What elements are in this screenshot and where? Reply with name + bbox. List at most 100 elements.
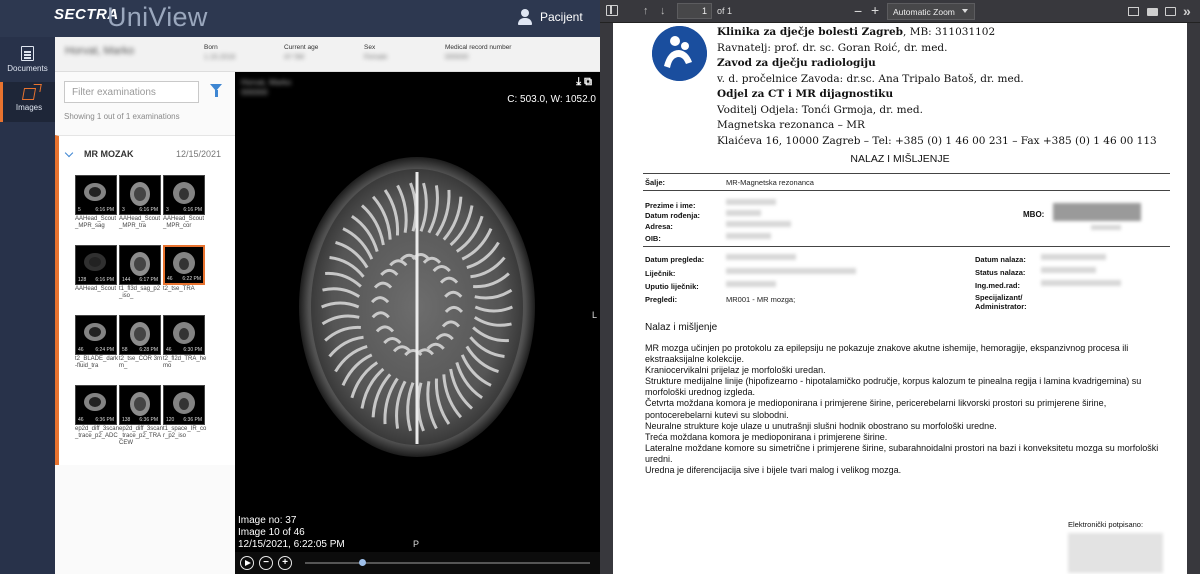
presentation-mode-icon[interactable] [1128,7,1139,16]
series-thumbnail[interactable]: 58 6:28 PM t2_tse_COR 3mm_ [119,315,163,370]
play-button[interactable] [240,556,254,570]
images-icon [21,88,37,100]
thumbnail-scan [173,392,195,415]
zoom-in-button[interactable]: + [278,556,292,570]
series-image-count: 46 [167,276,173,282]
series-thumbnail[interactable]: 3 6:16 PM AAHead_Scout_MPR_cor [163,175,207,230]
overlay-tools-icon[interactable]: ⤓ ⧉ [576,76,592,89]
report-paragraph: Treća moždana komora je medioponirana i … [645,431,888,442]
exam-date: 12/15/2021 [176,149,222,159]
redacted-exam-date [726,254,796,260]
mrn-label: Medical record number [445,44,512,51]
patient-born-field: Born 1.15.2018 [204,44,235,61]
series-label: AAHead_Scout_MPR_tra [119,216,161,229]
frame-slider[interactable] [305,559,590,566]
series-label: AAHead_Scout_MPR_cor [163,216,205,229]
series-thumbnail[interactable]: 46 6:22 PM t2_tse_TRA [163,245,207,293]
thumbnail-scan [130,392,150,417]
frame-slider-handle[interactable] [359,559,366,566]
series-time: 6:16 PM [183,207,202,213]
zoom-select[interactable]: Automatic Zoom [887,3,975,20]
series-thumbnail[interactable]: 144 6:17 PM t1_fl3d_sag_p2_iso_ [119,245,163,300]
series-thumbnail[interactable]: 138 6:36 PM ep2d_diff_3scan_trace_p2_TRACE… [119,385,163,447]
divider-line [643,190,1170,191]
series-thumbnail[interactable]: 128 6:16 PM AAHead_Scout [75,245,119,293]
report-paragraph: Kraniocervikalni prijelaz je morfološki … [645,365,826,376]
letterhead-text: Klaićeva 16, 10000 Zagreb – Tel: +385 (0… [717,134,1157,147]
pdf-viewer-window: ↑ ↓ 1 of 1 − + Automatic Zoom » Klinika … [600,0,1200,574]
zoom-in-icon[interactable]: + [871,2,879,18]
series-thumbnail[interactable]: 120 6:36 PM t1_space_IR_cor_p2_iso [163,385,207,440]
series-label: t2_tse_TRA [163,286,195,292]
orientation-bottom-marker: P [413,539,420,549]
filter-examinations-input[interactable]: Filter examinations [64,81,199,103]
zoom-out-icon[interactable]: − [854,3,862,19]
thumbnail-scan [173,322,195,345]
series-label: t2_fl2d_TRA_hemo [163,356,207,369]
page-count: of 1 [717,6,733,16]
redacted-mbo-sub [1091,225,1121,230]
page-number-input[interactable]: 1 [677,3,712,19]
report-paragraph: MR mozga učinjen po protokolu za epileps… [645,343,1129,365]
previous-page-icon[interactable]: ↑ [643,5,649,17]
thumbnail-image: 138 6:36 PM [119,385,161,425]
left-navigation: Documents Images [0,37,55,574]
signature-label: Elektronički potpisano: [1068,520,1144,529]
thumbnail-image: 46 6:30 PM [163,315,205,355]
redacted-status [1041,267,1096,273]
thumbnail-image: 120 6:36 PM [163,385,205,425]
label-specijalizant: Specijalizant/ Administrator: [975,293,1027,311]
thumbnail-scan [130,182,150,207]
thumbnail-scan [130,322,150,347]
report-paragraph: Neuralne strukture koje ulaze u unutrašn… [645,420,997,431]
letterhead-text: v. d. pročelnice Zavoda: dr.sc. Ana Trip… [717,72,1024,85]
series-image-count: 5 [78,207,81,213]
report-paragraph: Lateralne moždane komore su simetrične i… [645,442,1159,464]
examinations-panel: Filter examinations Showing 1 out of 1 e… [55,72,235,574]
letterhead-line: Ravnatelj: prof. dr. sc. Goran Roić, dr.… [717,41,1177,57]
chevron-down-icon[interactable] [64,148,74,158]
label-uputio-lijecnik: Uputio liječnik: [645,282,699,291]
document-icon [21,46,34,61]
next-page-icon[interactable]: ↓ [660,5,666,17]
zoom-out-button[interactable]: − [259,556,273,570]
patient-info-bar: Horvat, Marko Born 1.15.2018 Current age… [55,37,600,72]
sectra-viewer-window: SECTRA UniView Pacijent Documents Images… [0,0,600,574]
print-icon[interactable] [1147,8,1158,16]
letterhead-text: Voditelj Odjela: Tonći Grmoja, dr. med. [717,103,923,116]
image-viewport[interactable]: Horvat, Marko 000000 ⤓ ⧉ C: 503.0, W: 10… [235,72,600,552]
series-thumbnail[interactable]: 46 6:36 PM ep2d_diff_3scan_trace_p2_ADC [75,385,119,440]
series-thumbnail[interactable]: 3 6:16 PM AAHead_Scout_MPR_tra [119,175,163,230]
series-thumbnail[interactable]: 46 6:30 PM t2_fl2d_TRA_hemo [163,315,207,370]
label-pregledi: Pregledi: [645,295,678,304]
brand-uniview-title: UniView [107,2,208,32]
letterhead-line: Klaićeva 16, 10000 Zagreb – Tel: +385 (0… [717,134,1177,150]
series-thumbnail[interactable]: 46 6:24 PM t2_BLADE_dark-fluid_tra [75,315,119,370]
redacted-doctor [726,268,856,274]
user-menu-button[interactable]: Pacijent [518,9,583,25]
sidebar-toggle-icon[interactable] [606,5,618,16]
label-oib: OIB: [645,234,661,243]
redacted-name [726,199,776,205]
more-tools-icon[interactable]: » [1183,3,1191,19]
series-image-count: 46 [166,347,172,353]
exam-title[interactable]: MR MOZAK [84,149,134,159]
thumbnail-scan [84,393,106,412]
label-adresa: Adresa: [645,222,673,231]
clinic-logo [652,26,707,81]
redacted-report-date [1041,254,1106,260]
series-label: ep2d_diff_3scan_trace_p2_ADC [75,426,119,439]
thumbnail-image: 128 6:16 PM [75,245,117,285]
nav-documents[interactable]: Documents [0,42,55,82]
nav-images[interactable]: Images [0,82,55,122]
thumbnail-image: 3 6:16 PM [119,175,161,215]
series-image-count: 120 [166,417,175,423]
redacted-address [726,221,791,227]
redacted-mbo [1053,203,1141,221]
image-info-overlay: Image no: 37 Image 10 of 46 12/15/2021, … [238,515,345,551]
filter-icon[interactable] [210,84,222,97]
series-label: ep2d_diff_3scan_trace_p2_TRACEW [119,426,163,446]
save-icon[interactable] [1165,7,1176,16]
report-paragraph: Četvrta moždana komora je medioponirana … [645,398,1107,420]
series-thumbnail[interactable]: 5 6:16 PM AAHead_Scout_MPR_sag [75,175,119,230]
